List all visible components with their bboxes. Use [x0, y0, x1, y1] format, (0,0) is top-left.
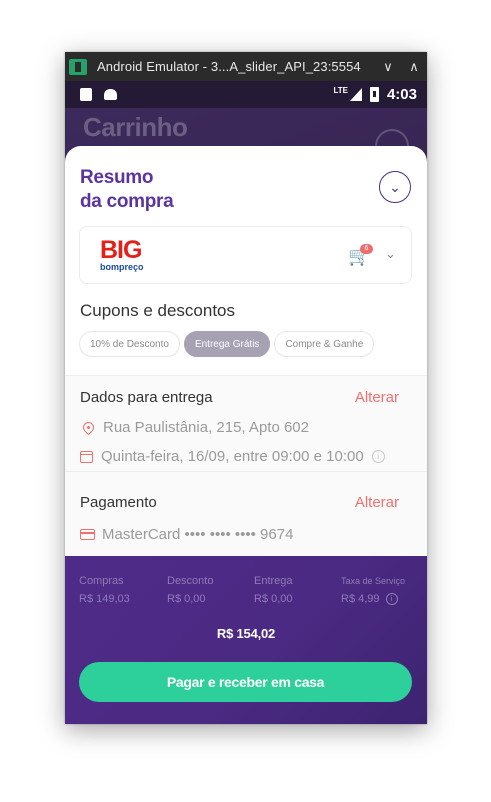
clock: 4:03: [386, 86, 417, 103]
payment-section: [65, 472, 427, 556]
summary-sheet: Resumo da compra ⌄ BIG bompreço 🛒 6 ⌄ Cu…: [65, 146, 427, 556]
summary-title-line2: da compra: [80, 191, 174, 212]
cart-button[interactable]: 🛒 6: [348, 244, 373, 266]
desconto-label: Desconto: [167, 575, 214, 587]
delivery-address: Rua Paulistânia, 215, Apto 602: [103, 419, 309, 436]
entrega-value: R$ 0,00: [254, 593, 293, 605]
store-card[interactable]: BIG bompreço 🛒 6 ⌄: [79, 226, 412, 284]
coupon-chips: 10% de Desconto Entrega Grátis Compre & …: [79, 331, 375, 357]
order-total: R$ 154,02: [216, 626, 276, 641]
chevron-down-icon[interactable]: ⌄: [385, 246, 396, 262]
edit-delivery-link[interactable]: Alterar: [355, 389, 399, 406]
total-desconto: Desconto R$ 0,00: [167, 572, 213, 608]
credit-card-icon: [80, 529, 95, 540]
coupon-chip-free-delivery[interactable]: Entrega Grátis: [183, 331, 271, 357]
desconto-value: R$ 0,00: [167, 593, 206, 605]
total-entrega: Entrega R$ 0,00: [254, 572, 293, 608]
minimize-button[interactable]: ∨: [375, 59, 401, 75]
cart-count-badge: 6: [360, 244, 373, 254]
info-icon[interactable]: i: [385, 593, 398, 606]
sd-card-icon: [80, 88, 92, 101]
emulator-window: Android Emulator - 3...A_slider_API_23:5…: [65, 52, 427, 724]
payment-card: MasterCard •••• •••• •••• 9674: [102, 526, 294, 543]
battery-icon: [369, 87, 379, 102]
window-title: Android Emulator - 3...A_slider_API_23:5…: [97, 59, 361, 74]
total-compras: Compras R$ 149,03: [79, 572, 130, 608]
checkout-footer: Compras R$ 149,03 Desconto R$ 0,00 Entre…: [65, 556, 427, 724]
store-brand: BIG: [100, 236, 142, 264]
store-sub-brand: bompreço: [100, 262, 144, 272]
edit-payment-link[interactable]: Alterar: [355, 494, 399, 511]
entrega-label: Entrega: [254, 575, 293, 587]
network-type-label: LTE: [333, 86, 348, 95]
chevron-down-icon: ⌄: [389, 178, 401, 195]
delivery-schedule: Quinta-feira, 16/09, entre 09:00 e 10:00: [101, 448, 364, 465]
emulator-app-icon: [69, 58, 87, 75]
calendar-icon: [80, 450, 93, 463]
delivery-schedule-row: Quinta-feira, 16/09, entre 09:00 e 10:00…: [80, 448, 385, 465]
store-logo: BIG bompreço: [100, 236, 144, 273]
location-pin-icon: [80, 419, 97, 436]
signal-icon: [349, 88, 362, 101]
compras-value: R$ 149,03: [79, 593, 130, 605]
delivery-title: Dados para entrega: [80, 389, 213, 406]
payment-title: Pagamento: [80, 494, 157, 511]
pay-and-receive-button[interactable]: Pagar e receber em casa: [79, 662, 412, 702]
coupon-chip-buy-and-win[interactable]: Compre & Ganhe: [274, 331, 375, 357]
taxa-value: R$ 4,99: [341, 593, 380, 605]
coupon-chip-discount[interactable]: 10% de Desconto: [79, 331, 180, 357]
android-status-bar: LTE 4:03: [65, 81, 427, 108]
taxa-label: Taxa de Serviço: [341, 576, 406, 586]
total-taxa: Taxa de Serviço R$ 4,99 i: [341, 572, 405, 608]
taxa-value-wrap: R$ 4,99 i: [341, 590, 405, 608]
maximize-button[interactable]: ∧: [401, 59, 427, 75]
summary-title-line1: Resumo: [80, 167, 154, 188]
delivery-address-row: Rua Paulistânia, 215, Apto 602: [80, 419, 309, 436]
window-titlebar: Android Emulator - 3...A_slider_API_23:5…: [65, 52, 427, 81]
page-title: Carrinho: [83, 112, 188, 142]
compras-label: Compras: [79, 575, 124, 587]
coupons-title: Cupons e descontos: [80, 301, 235, 320]
android-debug-icon: [104, 89, 117, 100]
summary-title: Resumo da compra: [80, 166, 174, 214]
payment-card-row: MasterCard •••• •••• •••• 9674: [80, 526, 293, 543]
collapse-summary-button[interactable]: ⌄: [379, 171, 411, 203]
info-icon[interactable]: i: [371, 450, 385, 463]
